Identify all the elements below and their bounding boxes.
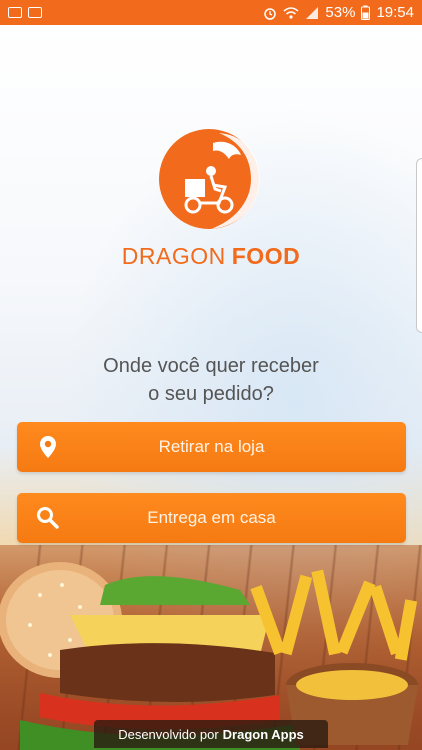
signal-icon [306, 6, 319, 19]
clock: 19:54 [376, 4, 414, 21]
home-delivery-button[interactable]: Entrega em casa [17, 493, 406, 543]
status-bar: 53% 19:54 [0, 0, 422, 25]
notification-icon [8, 7, 22, 18]
dragon-delivery-logo-icon [159, 129, 260, 229]
brand-name-light: DRAGON [121, 243, 226, 269]
hd-icon [28, 7, 42, 18]
question-line-1: Onde você quer receber [103, 355, 319, 377]
location-pin-icon [40, 436, 56, 458]
developer-credit: Desenvolvido por Dragon Apps [94, 720, 328, 748]
credit-prefix: Desenvolvido por [118, 726, 219, 742]
alarm-icon [264, 7, 277, 20]
pickup-label: Retirar na loja [158, 437, 265, 456]
delivery-label: Entrega em casa [147, 508, 276, 527]
brand-name-bold: FOOD [231, 243, 301, 269]
search-icon [37, 507, 59, 529]
wifi-icon [283, 6, 299, 19]
pickup-in-store-button[interactable]: Retirar na loja [17, 422, 406, 472]
battery-icon [361, 5, 371, 20]
brand-name: DRAGON FOOD [122, 243, 300, 270]
battery-percent: 53% [325, 4, 356, 21]
brand-logo: DRAGON FOOD [0, 127, 422, 270]
question-line-2: o seu pedido? [148, 383, 274, 405]
credit-developer: Dragon Apps [222, 726, 304, 742]
delivery-question: Onde você quer receber o seu pedido? [0, 352, 422, 408]
